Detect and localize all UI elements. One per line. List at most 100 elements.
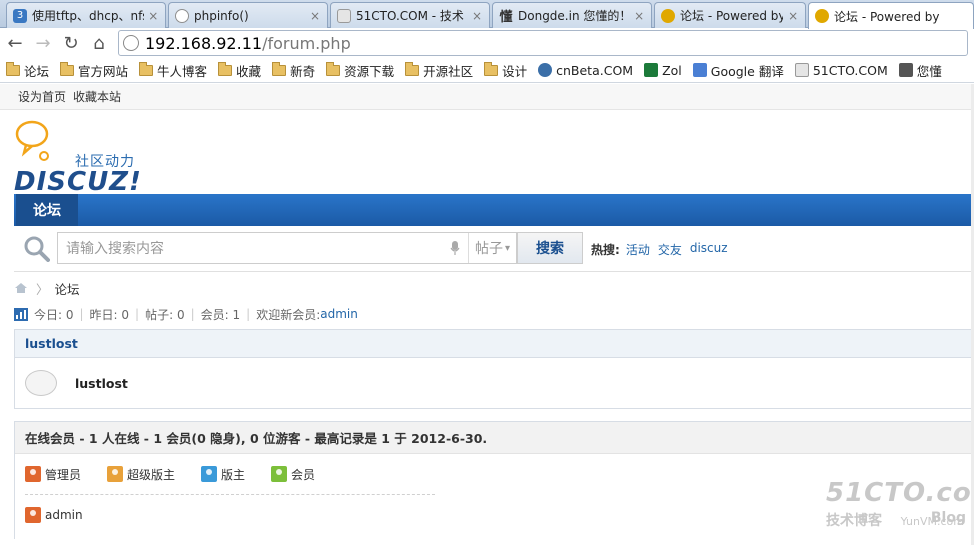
watermark: 51CTO.com 技术博客 Blog YunVM.com [826, 478, 974, 542]
bookmark-label: 设计 [502, 63, 528, 79]
moderator-user-icon [201, 466, 218, 482]
tab-5[interactable]: 论坛 - Powered by × [654, 2, 806, 28]
category-title[interactable]: lustlost [15, 330, 973, 358]
new-member-link[interactable]: admin [320, 307, 358, 321]
bookmark-folder[interactable]: 资源下载 [326, 61, 394, 80]
tab-5-title: 论坛 - Powered by [680, 9, 784, 23]
legend-label: 版主 [221, 467, 246, 482]
address-bar[interactable]: 192.168.92.11 /forum.php [118, 30, 968, 56]
home-icon[interactable]: ⌂ [86, 30, 112, 56]
hot-search-link[interactable]: 活动 [626, 241, 650, 258]
bookmark-site[interactable]: 您懂 [898, 61, 942, 80]
main-nav: 论坛 [14, 194, 974, 226]
folder-icon [218, 61, 233, 76]
tab-4[interactable]: 懂 Dongde.in 您懂的！ × [492, 2, 652, 28]
bookmark-folder[interactable]: 论坛 [6, 61, 49, 80]
bookmark-site[interactable]: Zol [644, 63, 682, 78]
stat-divider: | [79, 307, 84, 321]
dongde-icon [898, 63, 913, 77]
stat-divider: | [135, 307, 140, 321]
bookmarks-bar: 论坛 官方网站 牛人博客 收藏 新奇 资源下载 开源社区 设计 cnBeta.C… [0, 58, 974, 83]
folder-icon [484, 61, 499, 76]
bookmark-label: 新奇 [290, 63, 316, 79]
online-user[interactable]: admin [25, 507, 83, 523]
search-button[interactable]: 搜索 [517, 232, 583, 264]
zol-icon [644, 63, 659, 77]
bookmark-site-link[interactable]: 收藏本站 [73, 88, 121, 105]
folder-icon [326, 61, 341, 76]
legend-admin: 管理员 [25, 466, 81, 483]
bookmark-folder[interactable]: 新奇 [272, 61, 315, 80]
home-icon[interactable] [14, 282, 28, 294]
bookmark-label: 官方网站 [78, 63, 129, 79]
microphone-icon[interactable] [448, 240, 462, 256]
tab-3-favicon-icon [337, 8, 351, 23]
bookmark-folder[interactable]: 收藏 [218, 61, 261, 80]
folder-icon [60, 61, 75, 76]
bookmark-label: 开源社区 [423, 63, 474, 79]
nav-forum[interactable]: 论坛 [16, 194, 78, 226]
watermark-yunvm: YunVM.com [900, 515, 964, 528]
tab-1[interactable]: 3 使用tftp、dhcp、nfs × [6, 2, 166, 28]
bookmark-site[interactable]: Google 翻译 [692, 61, 784, 80]
legend-super-moderator: 超级版主 [107, 466, 175, 483]
hot-search-label: 热搜: [591, 243, 620, 257]
online-user-name: admin [45, 508, 83, 522]
bookmark-label: cnBeta.COM [556, 62, 634, 78]
folder-icon [6, 61, 20, 76]
back-icon[interactable]: ← [2, 30, 28, 56]
google-translate-icon [692, 63, 707, 77]
hot-search-link[interactable]: 交友 [658, 241, 682, 258]
tab-6-active[interactable]: 论坛 - Powered by [808, 2, 974, 29]
folder-icon [139, 61, 154, 76]
tab-2[interactable]: phpinfo() × [168, 2, 328, 28]
forum-name-link[interactable]: lustlost [75, 376, 128, 391]
bookmark-label: 51CTO.COM [812, 62, 888, 78]
tab-6-favicon-icon [815, 9, 829, 23]
tab-3-close-icon[interactable]: × [471, 9, 483, 23]
search-bar: 请输入搜索内容 帖子 ▾ 搜索 热搜: 活动 交友 discuz [14, 226, 974, 272]
forward-icon[interactable]: → [30, 30, 56, 56]
online-summary[interactable]: 在线会员 - 1 人在线 - 1 会员(0 隐身), 0 位游客 - 最高记录是… [15, 422, 973, 454]
stat-posts: 帖子: 0 [145, 307, 185, 322]
bookmark-label: Google 翻译 [710, 63, 784, 79]
hot-search-link[interactable]: discuz [690, 241, 728, 258]
stat-members: 会员: 1 [200, 307, 241, 322]
bookmark-folder[interactable]: 设计 [484, 61, 527, 80]
bookmark-folder[interactable]: 官方网站 [60, 61, 128, 80]
set-homepage-link[interactable]: 设为首页 [18, 88, 66, 105]
address-host: 192.168.92.11 [145, 33, 263, 53]
browser-toolbar: ← → ↻ ⌂ 192.168.92.11 /forum.php [0, 28, 974, 58]
bookmark-folder[interactable]: 牛人博客 [139, 61, 207, 80]
search-input[interactable]: 请输入搜索内容 帖子 ▾ [57, 232, 517, 264]
tab-5-close-icon[interactable]: × [787, 9, 799, 23]
tab-3[interactable]: 51CTO.COM - 技术 × [330, 2, 490, 28]
bookmark-folder[interactable]: 开源社区 [405, 61, 473, 80]
reload-icon[interactable]: ↻ [58, 30, 84, 56]
watermark-blog-cn: 技术博客 [826, 513, 882, 529]
tab-6-title: 论坛 - Powered by [834, 9, 940, 24]
tab-2-title: phpinfo() [194, 8, 249, 23]
bookmark-site[interactable]: cnBeta.COM [538, 63, 633, 78]
page-info-icon[interactable] [123, 35, 139, 51]
bookmark-label: 论坛 [24, 63, 50, 79]
search-type-select[interactable]: 帖子 ▾ [468, 233, 516, 263]
bookmark-label: 收藏 [236, 63, 262, 79]
breadcrumb-separator: 〉 [36, 281, 49, 297]
tab-4-favicon-icon: 懂 [499, 10, 513, 25]
bookmark-label: Zol [662, 62, 682, 78]
stat-welcome: 欢迎新会员: [256, 307, 321, 322]
discuz-logo[interactable]: 社区动力 DISCUZ! [14, 120, 154, 197]
bookmark-site[interactable]: 51CTO.COM [794, 62, 888, 78]
tab-2-close-icon[interactable]: × [309, 9, 321, 23]
search-type-label: 帖子 [474, 241, 503, 257]
stat-divider: | [246, 307, 251, 321]
legend-member: 会员 [271, 466, 315, 483]
stat-today: 今日: 0 [34, 307, 74, 322]
super-moderator-user-icon [107, 466, 124, 482]
tab-1-close-icon[interactable]: × [148, 9, 159, 23]
site-topbar: 设为首页 收藏本站 [0, 84, 974, 110]
bookmark-label: 您懂 [916, 63, 942, 79]
stats-chart-icon [14, 307, 28, 321]
tab-4-close-icon[interactable]: × [633, 9, 645, 23]
